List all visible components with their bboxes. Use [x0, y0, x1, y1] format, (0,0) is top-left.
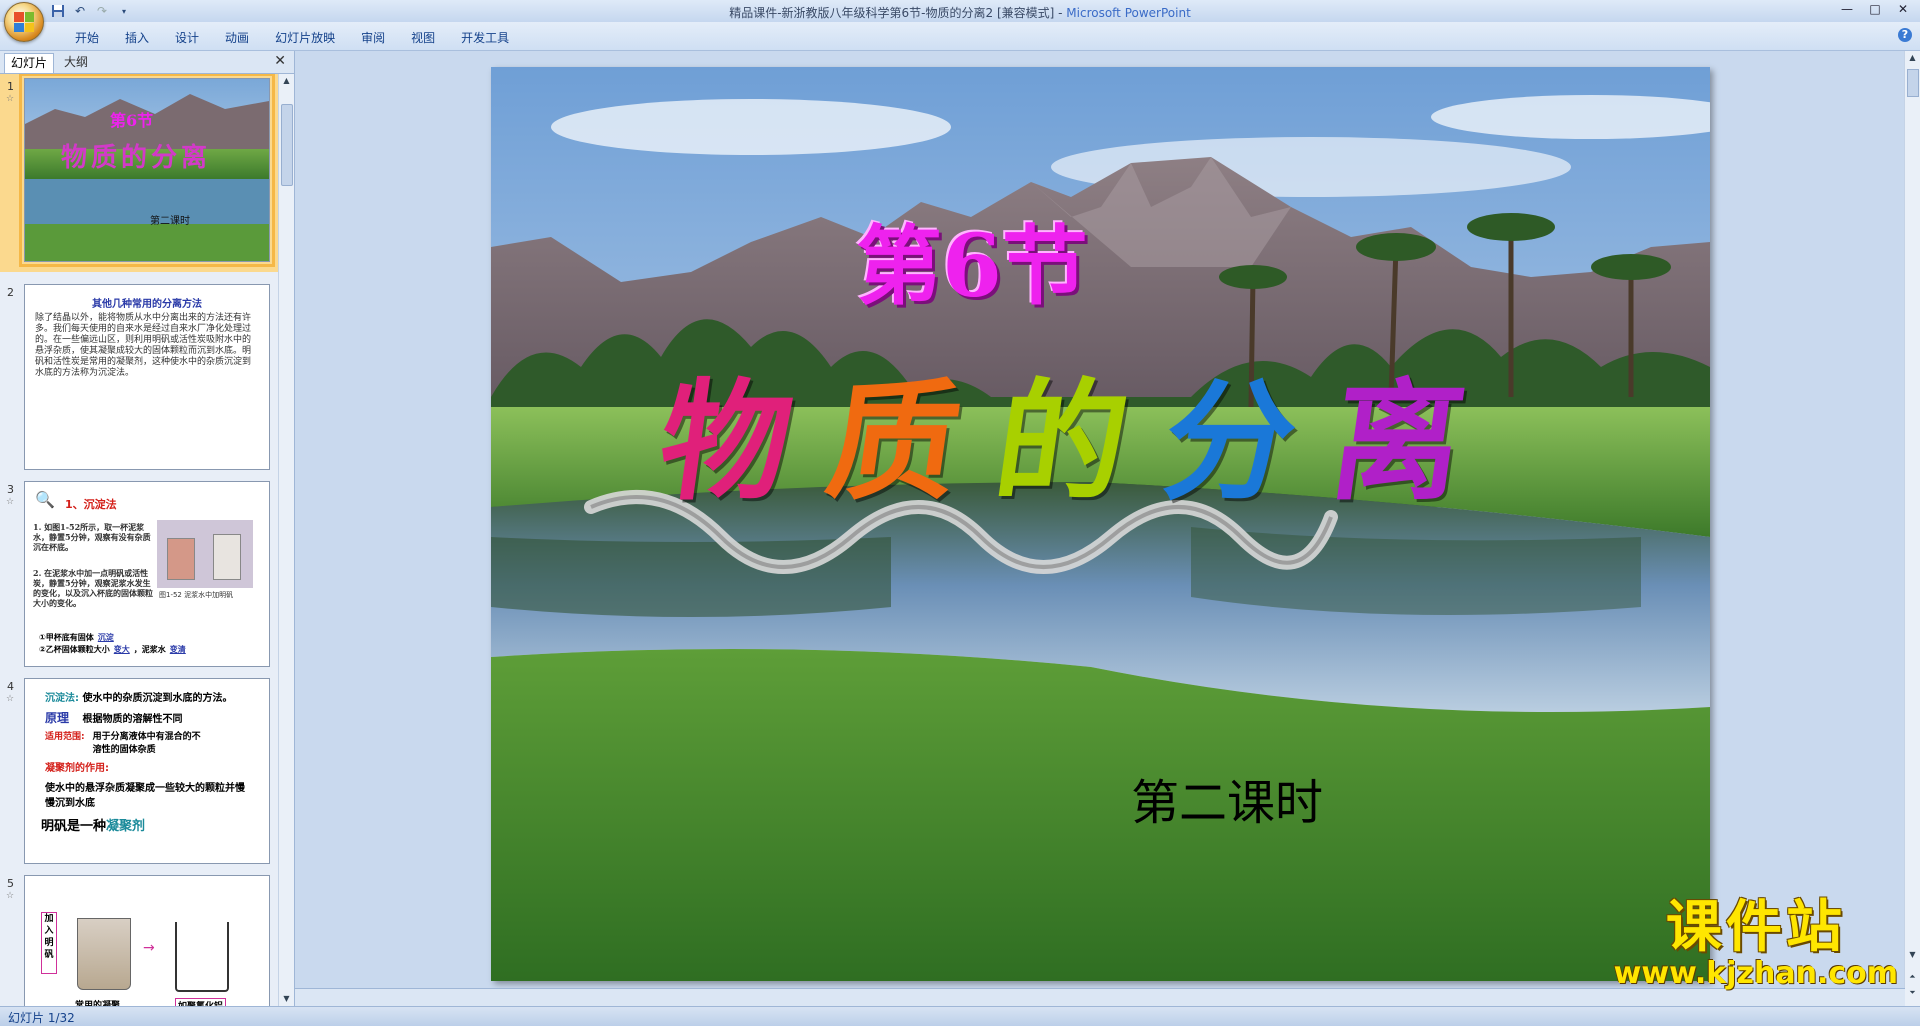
close-panel-icon[interactable]: ✕ — [274, 53, 286, 69]
title-bar: ↶ ↷ ▾ 精品课件-新浙教版八年级科学第6节-物质的分离2 [兼容模式] - … — [0, 0, 1920, 23]
thumb-caption-1: 常用的凝聚 — [75, 1001, 121, 1006]
scroll-thumb[interactable] — [281, 104, 293, 186]
animation-star-icon: ☆ — [6, 94, 15, 104]
thumb-caption-2: 如聚氯化铝 — [175, 998, 227, 1006]
beaker-cloudy — [77, 918, 131, 990]
thumbnail-image: 其他几种常用的分离方法 除了结晶以外，能将物质从水中分离出来的方法还有许多。我们… — [24, 284, 270, 470]
title-char-5: 离 — [1322, 365, 1474, 518]
beaker-photo — [157, 520, 253, 588]
answer-line-1: ①甲杯底有固体 沉淀 — [39, 633, 114, 642]
thumb-line-3: 适用范围: 用于分离液体中有混合的不溶性的固体杂质 — [45, 732, 201, 755]
thumbnail-image: 沉淀法: 使水中的杂质沉淀到水底的方法。 原理 根据物质的溶解性不同 适用范围:… — [24, 678, 270, 864]
section-title[interactable]: 第6节 — [856, 217, 1088, 317]
slide-number: 1 — [7, 80, 14, 93]
thumb-subtitle: 第二课时 — [150, 216, 190, 227]
scroll-up-icon[interactable]: ▲ — [1905, 51, 1920, 65]
thumb-vertical-label: 加入明矾 — [41, 912, 57, 974]
slide-number: 5 — [7, 877, 14, 890]
thumb-step-2: 2. 在泥浆水中加一点明矾或活性炭，静置5分钟，观察泥浆水发生的变化，以及沉入杯… — [33, 568, 153, 608]
animation-star-icon: ☆ — [6, 891, 15, 901]
thumb-title: 物质的分离 — [61, 143, 212, 173]
help-icon[interactable]: ? — [1898, 28, 1912, 42]
previous-slide-icon[interactable]: ⏶ — [1905, 970, 1920, 984]
panel-scrollbar[interactable]: ▲ ▼ — [278, 74, 294, 1006]
menu-slideshow[interactable]: 幻灯片放映 — [262, 29, 348, 46]
menu-review[interactable]: 审阅 — [348, 29, 398, 46]
office-button[interactable] — [4, 2, 44, 42]
thumb-section: 第6节 — [110, 111, 154, 130]
minimize-button[interactable]: — — [1834, 0, 1860, 18]
beaker-clear — [175, 922, 229, 992]
thumb-line-1: 沉淀法: 使水中的杂质沉淀到水底的方法。 — [45, 693, 233, 704]
slide-number: 4 — [7, 680, 14, 693]
title-char-3: 的 — [986, 365, 1138, 518]
tab-outline[interactable]: 大纲 — [58, 53, 94, 72]
slide-counter: 幻灯片 1/32 — [8, 1011, 75, 1025]
thumbnail-list: 1 ☆ 第6节 物质的分离 第二课时 2 其他几种常用的分离方法 除了结晶以外，… — [0, 74, 278, 1006]
window-controls: — □ ✕ — [1834, 0, 1916, 18]
thumb-body: 除了结晶以外，能将物质从水中分离出来的方法还有许多。我们每天使用的自来水是经过自… — [35, 313, 252, 378]
thumb-heading: 其他几种常用的分离方法 — [92, 299, 202, 310]
thumb-line-4: 凝聚剂的作用: — [45, 763, 109, 774]
panel-tabs: 幻灯片 大纲 ✕ — [0, 51, 294, 74]
thumb-line-5: 使水中的悬浮杂质凝聚成一些较大的颗粒并慢慢沉到水底 — [45, 783, 245, 809]
slide-canvas[interactable]: 第6节 物 质 的 分 离 第二课时 — [491, 67, 1710, 981]
scroll-down-icon[interactable]: ▼ — [279, 992, 294, 1006]
thumbnail-image: 加入明矾 → 常用的凝聚 如聚氯化铝 — [24, 875, 270, 1006]
figure-caption: 图1-52 泥浆水中加明矾 — [159, 591, 234, 599]
thumbnail-slide-2[interactable]: 2 其他几种常用的分离方法 除了结晶以外，能将物质从水中分离出来的方法还有许多。… — [0, 284, 278, 474]
scroll-down-icon[interactable]: ▼ — [1905, 948, 1920, 962]
thumbnail-slide-3[interactable]: 3 ☆ 🔍 1、沉淀法 1. 如图1-52所示，取一杯泥浆水，静置5分钟，观察有… — [0, 481, 278, 671]
scroll-thumb[interactable] — [1907, 69, 1919, 97]
menu-home[interactable]: 开始 — [62, 29, 112, 46]
watermark-logo: 课件站 www.kjzhan.com — [1614, 898, 1898, 991]
animation-star-icon: ☆ — [6, 694, 15, 704]
office-logo-icon — [14, 12, 34, 32]
menu-insert[interactable]: 插入 — [112, 29, 162, 46]
slide-number: 3 — [7, 483, 14, 496]
thumbnail-slide-1[interactable]: 1 ☆ 第6节 物质的分离 第二课时 — [0, 74, 278, 274]
scroll-up-icon[interactable]: ▲ — [279, 74, 294, 88]
menu-view[interactable]: 视图 — [398, 29, 448, 46]
answer-line-2: ②乙杯固体颗粒大小 变大 ，泥浆水 变清 — [39, 645, 186, 654]
main-title[interactable]: 物 质 的 分 离 — [650, 362, 1474, 522]
thumbnail-image: 🔍 1、沉淀法 1. 如图1-52所示，取一杯泥浆水，静置5分钟，观察有没有杂质… — [24, 481, 270, 667]
next-slide-icon[interactable]: ⏷ — [1905, 986, 1920, 1000]
subtitle[interactable]: 第二课时 — [1131, 763, 1323, 833]
thumb-line-6: 明矾是一种凝聚剂 — [41, 819, 146, 834]
title-char-2: 质 — [818, 365, 970, 518]
title-char-4: 分 — [1154, 365, 1306, 518]
arrow-right-icon: → — [143, 940, 155, 956]
menu-design[interactable]: 设计 — [162, 29, 212, 46]
thumbnail-image: 第6节 物质的分离 第二课时 — [19, 74, 275, 267]
close-window-button[interactable]: ✕ — [1890, 0, 1916, 18]
magnifier-icon: 🔍 — [35, 490, 55, 509]
slide-scrollbar[interactable]: ▲ ▼ ⏶ ⏷ — [1904, 51, 1920, 1006]
animation-star-icon: ☆ — [6, 497, 15, 507]
tab-slides[interactable]: 幻灯片 — [4, 53, 55, 73]
thumb-line-2: 原理 根据物质的溶解性不同 — [45, 711, 183, 725]
thumbnail-slide-4[interactable]: 4 ☆ 沉淀法: 使水中的杂质沉淀到水底的方法。 原理 根据物质的溶解性不同 适… — [0, 678, 278, 868]
status-bar: 幻灯片 1/32 — [0, 1006, 1920, 1026]
watermark-url: www.kjzhan.com — [1613, 956, 1898, 991]
ribbon-tabs: 开始 插入 设计 动画 幻灯片放映 审阅 视图 开发工具 ? — [0, 22, 1920, 51]
menu-animations[interactable]: 动画 — [212, 29, 262, 46]
menu-developer[interactable]: 开发工具 — [448, 29, 522, 46]
maximize-button[interactable]: □ — [1862, 0, 1888, 18]
slides-panel: 幻灯片 大纲 ✕ 1 ☆ 第6节 物质的分离 第二课时 2 其他几种常用的分离方… — [0, 51, 295, 1006]
thumbnail-slide-5[interactable]: 5 ☆ 加入明矾 → 常用的凝聚 如聚氯化铝 — [0, 875, 278, 1006]
window-title: 精品课件-新浙教版八年级科学第6节-物质的分离2 [兼容模式] - Micros… — [729, 6, 1191, 20]
title-char-1: 物 — [650, 365, 802, 518]
watermark-text: 课件站 — [1665, 894, 1846, 960]
thumb-step-1: 1. 如图1-52所示，取一杯泥浆水，静置5分钟，观察有没有杂质沉在杯底。 — [33, 522, 151, 552]
slide-number: 2 — [7, 286, 14, 299]
thumb-heading: 1、沉淀法 — [65, 498, 117, 511]
